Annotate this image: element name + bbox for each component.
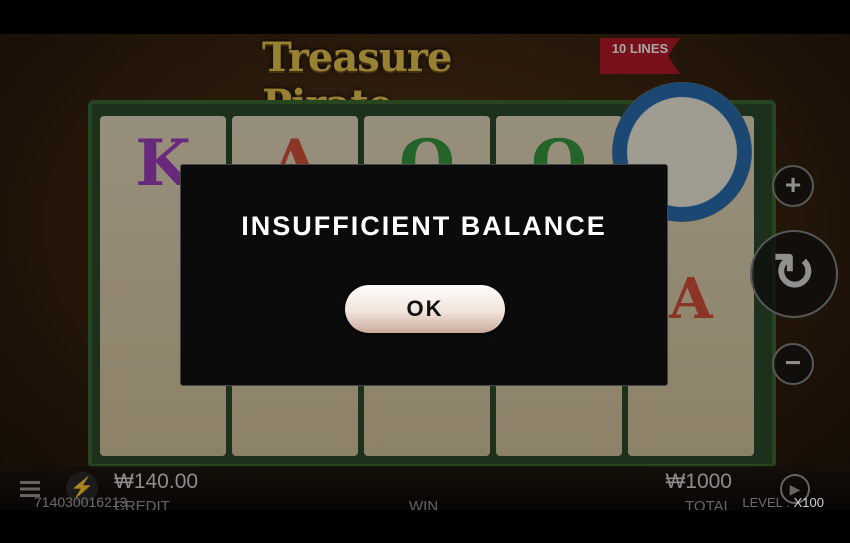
ok-button[interactable]: OK: [345, 285, 505, 333]
insufficient-balance-dialog: INSUFFICIENT BALANCE OK: [180, 164, 668, 386]
level-indicator: LEVEL : X100: [742, 495, 824, 510]
level-label: LEVEL :: [742, 495, 790, 510]
session-id: 714030016213: [34, 494, 128, 510]
level-value: X100: [793, 495, 824, 510]
dialog-message: INSUFFICIENT BALANCE: [241, 211, 607, 241]
